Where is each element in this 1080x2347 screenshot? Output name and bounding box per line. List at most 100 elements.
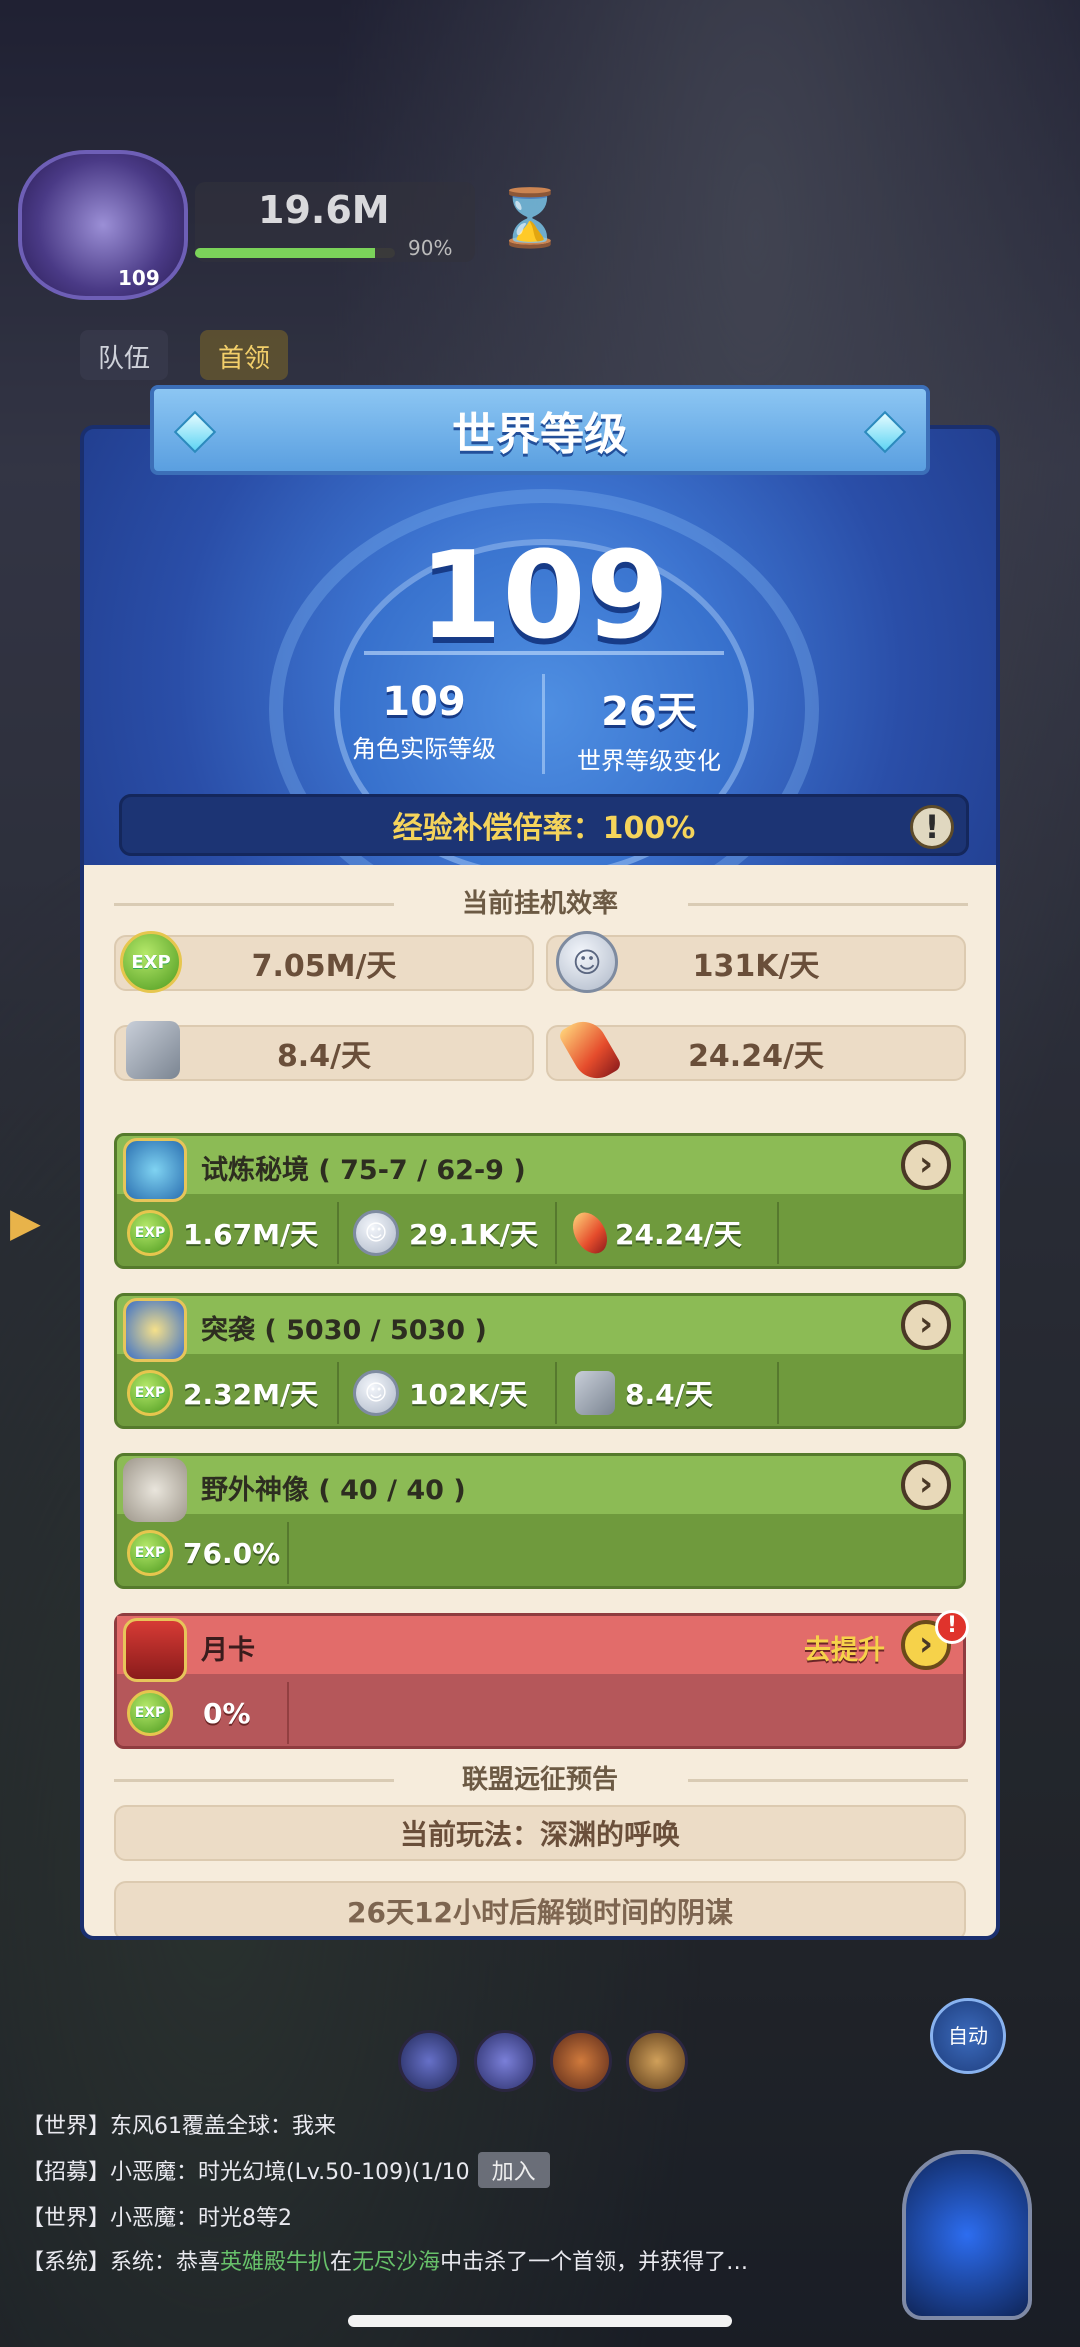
home-indicator[interactable] — [348, 2315, 732, 2327]
chat-message: 在 — [330, 2250, 353, 2275]
reward-value: 2.32M/天 — [183, 1378, 319, 1411]
exp-compensation-text: 经验补偿倍率：100% — [392, 811, 696, 846]
chat-message: 【世界】小恶魔：时光8等2 — [22, 2206, 292, 2231]
portal-icon[interactable] — [902, 2150, 1032, 2320]
avatar-level: 109 — [118, 266, 160, 290]
card-title: 试炼秘境 ( 75-7 / 62-9 ) — [201, 1155, 526, 1186]
actual-level-value: 109 — [382, 679, 466, 725]
rate-stone-value: 8.4/天 — [276, 1039, 372, 1074]
current-play-bar: 当前玩法：深渊的呼唤 — [114, 1805, 966, 1861]
chat-log[interactable]: 【世界】东风61覆盖全球：我来 【招募】小恶魔：时光幻境(Lv.50-109)(… — [22, 2108, 902, 2288]
info-button[interactable]: ! — [910, 805, 954, 849]
join-button[interactable]: 加入 — [477, 2152, 550, 2188]
go-button[interactable]: › — [901, 1460, 951, 1510]
upgrade-link[interactable]: 去提升 — [804, 1628, 885, 1667]
side-expand-icon[interactable]: ▶ — [10, 1200, 41, 1246]
idle-efficiency-title: 当前挂机效率 — [461, 889, 618, 919]
divider — [777, 1362, 779, 1424]
level-change-label: 世界等级变化 — [577, 747, 721, 775]
reward-exp: EXP 2.32M/天 — [127, 1354, 319, 1426]
go-button[interactable]: › — [901, 1140, 951, 1190]
skill-slot[interactable] — [550, 2030, 612, 2092]
reward-crystal: 24.24/天 — [566, 1194, 742, 1266]
next-play-bar: 26天12小时后解锁时间的阴谋 — [114, 1881, 966, 1936]
tab-team[interactable]: 队伍 — [80, 330, 169, 380]
reward-value: 1.67M/天 — [183, 1218, 319, 1251]
stone-icon — [575, 1371, 615, 1415]
divider — [555, 1362, 557, 1424]
actual-level-stat: 109 角色实际等级 — [304, 679, 544, 764]
reward-value: 24.24/天 — [615, 1218, 742, 1251]
modal-title-ribbon: 世界等级 — [150, 385, 930, 475]
skill-slot[interactable] — [626, 2030, 688, 2092]
divider — [287, 1682, 289, 1744]
reward-value: 76.0% — [183, 1536, 281, 1570]
power-progress-fill — [195, 248, 375, 258]
reward-coin: ☺ 102K/天 — [353, 1354, 527, 1426]
player-name-link[interactable]: 英雄殿牛扒 — [220, 2250, 330, 2275]
chat-speaker: 【系统】系统：恭喜 — [22, 2250, 221, 2275]
card-head: 野外神像 ( 40 / 40 ) › — [117, 1456, 963, 1522]
tab-boss[interactable]: 首领 — [200, 330, 289, 380]
current-play-text: 当前玩法：深渊的呼唤 — [399, 1818, 680, 1851]
raid-icon — [123, 1298, 187, 1362]
divider — [337, 1202, 339, 1264]
chat-line: 【世界】东风61覆盖全球：我来 — [22, 2108, 902, 2140]
trial-realm-icon — [123, 1138, 187, 1202]
reward-stone: 8.4/天 — [575, 1354, 713, 1426]
chat-speaker: 【世界】东风61覆盖全球： — [22, 2114, 292, 2139]
alliance-preview-title: 联盟远征预告 — [461, 1765, 618, 1795]
reward-exp: EXP 0% — [127, 1674, 251, 1752]
card-rewards: EXP 76.0% — [117, 1514, 963, 1586]
hourglass-icon[interactable]: ⌛ — [495, 185, 565, 251]
exp-icon: EXP — [120, 931, 182, 993]
divider — [555, 1202, 557, 1264]
card-rewards: EXP 2.32M/天 ☺ 102K/天 8.4/天 — [117, 1354, 963, 1426]
exp-compensation-bar: 经验补偿倍率：100% ! — [119, 794, 969, 856]
coin-icon: ☺ — [353, 1370, 399, 1416]
go-button[interactable]: › — [901, 1300, 951, 1350]
chat-message: 【招募】小恶魔：时光幻境(Lv.50-109)(1/10 — [22, 2160, 470, 2185]
next-play-text: 26天12小时后解锁时间的阴谋 — [347, 1896, 733, 1929]
rate-coin-value: 131K/天 — [692, 949, 820, 984]
player-avatar[interactable] — [18, 150, 188, 300]
reward-exp: EXP 1.67M/天 — [127, 1194, 319, 1266]
skill-slot[interactable] — [474, 2030, 536, 2092]
diamond-icon — [863, 410, 907, 454]
chat-line: 【系统】系统：恭喜英雄殿牛扒在无尽沙海中击杀了一个首领，并获得了… — [22, 2244, 902, 2276]
card-rewards: EXP 1.67M/天 ☺ 29.1K/天 24.24/天 — [117, 1194, 963, 1266]
efficiency-panel: 当前挂机效率 7.05M/天 EXP 131K/天 ☺ 8.4/天 24.24/… — [80, 865, 1000, 1940]
skill-slot[interactable] — [398, 2030, 460, 2092]
diamond-icon — [173, 410, 217, 454]
power-value: 19.6M — [258, 188, 390, 232]
place-link[interactable]: 无尽沙海 — [352, 2250, 440, 2275]
level-header-panel: 109 109 角色实际等级 26天 世界等级变化 经验补偿倍率：100% ! — [80, 425, 1000, 929]
alert-badge: ! — [935, 1610, 969, 1644]
divider — [777, 1202, 779, 1264]
card-rewards: EXP 0% — [117, 1674, 963, 1752]
card-title: 野外神像 ( 40 / 40 ) — [201, 1475, 466, 1506]
power-percent: 90% — [408, 236, 453, 260]
monthly-pass-icon — [123, 1618, 187, 1682]
reward-exp: EXP 76.0% — [127, 1514, 281, 1586]
crystal-icon — [566, 1206, 614, 1260]
chat-message: 我来 — [292, 2114, 337, 2139]
coin-icon: ☺ — [353, 1210, 399, 1256]
chat-line: 【世界】小恶魔：时光8等2 — [22, 2200, 902, 2232]
reward-value: 8.4/天 — [625, 1378, 713, 1411]
auto-button[interactable]: 自动 — [930, 1998, 1006, 2074]
card-title: 突袭 ( 5030 / 5030 ) — [201, 1315, 487, 1346]
card-monthly-pass: 月卡 去提升 › ! EXP 0% — [114, 1610, 969, 1752]
coin-icon: ☺ — [556, 931, 618, 993]
power-progress-bar — [195, 248, 395, 258]
exp-icon: EXP — [127, 1210, 173, 1256]
card-trial-realm: 试炼秘境 ( 75-7 / 62-9 ) › EXP 1.67M/天 ☺ 29.… — [114, 1133, 966, 1269]
reward-value: 0% — [203, 1696, 251, 1730]
reward-coin: ☺ 29.1K/天 — [353, 1194, 538, 1266]
card-head: 试炼秘境 ( 75-7 / 62-9 ) › — [117, 1136, 963, 1202]
exp-icon: EXP — [127, 1690, 173, 1736]
divider — [287, 1522, 289, 1584]
level-change-stat: 26天 世界等级变化 — [529, 679, 769, 776]
card-head: 月卡 去提升 › ! — [117, 1610, 969, 1682]
divider — [337, 1362, 339, 1424]
